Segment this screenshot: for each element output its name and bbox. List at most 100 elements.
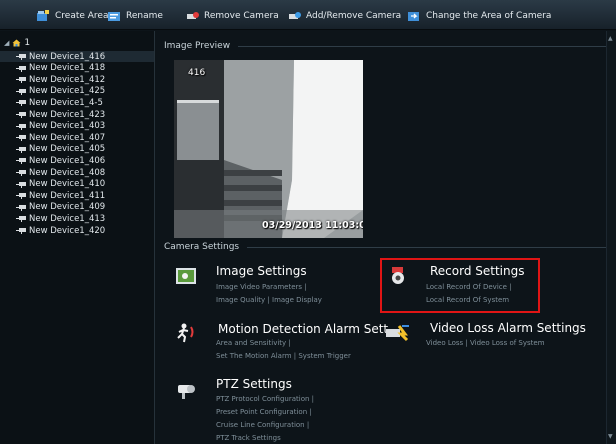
tree-device-item[interactable]: New Device1_418 — [0, 63, 154, 74]
toolbar: Create Area Rename Remove Camera Add/Rem… — [0, 0, 616, 30]
change-area-icon — [407, 10, 421, 22]
tree-device-item[interactable]: New Device1_405 — [0, 144, 154, 155]
tree-root-label: 1 — [24, 38, 31, 48]
tree-device-label: New Device1_413 — [29, 213, 106, 224]
camera-icon — [16, 181, 26, 188]
camera-icon — [16, 157, 26, 165]
tree-device-item[interactable]: New Device1_408 — [0, 167, 154, 178]
camera-icon — [16, 53, 26, 60]
camera-icon — [16, 123, 26, 130]
tree-device-label: New Device1_418 — [29, 63, 106, 74]
image-quality-link[interactable]: Image Quality | Image Display — [216, 296, 322, 304]
system-trigger-link[interactable]: System Trigger — [298, 352, 350, 360]
tree-device-label: New Device1_409 — [29, 202, 106, 213]
camera-icon — [16, 88, 26, 95]
ptz-settings-title[interactable]: PTZ Settings — [216, 377, 292, 391]
camera-preview: 416 03/29/2013 11:03:01 — [174, 60, 363, 238]
local-record-of-device-link[interactable]: Local Record Of Device | — [426, 283, 512, 291]
camera-icon — [16, 204, 26, 211]
section-divider — [247, 246, 613, 248]
local-record-of-system-link[interactable]: Local Record Of System — [426, 296, 509, 304]
ptz-protocol-link[interactable]: PTZ Protocol Configuration | — [216, 395, 314, 403]
camera-icon — [16, 169, 26, 176]
image-preview-header: Image Preview — [164, 41, 609, 51]
camera-icon — [16, 76, 26, 84]
rename-icon — [107, 10, 121, 22]
video-loss-link[interactable]: Video Loss | Video Loss of System — [426, 339, 545, 347]
tree-device-item[interactable]: New Device1_413 — [0, 213, 154, 224]
change-area-button[interactable]: Change the Area of Camera — [407, 9, 551, 23]
record-settings-title[interactable]: Record Settings — [430, 264, 525, 278]
tree-device-label: New Device1_405 — [29, 144, 106, 155]
create-area-button[interactable]: Create Area — [36, 9, 108, 23]
tree-device-item[interactable]: New Device1_416 — [0, 51, 154, 62]
tree-device-item[interactable]: New Device1_411 — [0, 190, 154, 201]
collapse-arrow-icon[interactable]: ◢ — [4, 39, 9, 47]
tree-device-label: New Device1_416 — [29, 51, 106, 62]
tree-device-item[interactable]: New Device1_406 — [0, 155, 154, 166]
set-the-motion-alarm-link[interactable]: Set The Motion Alarm | System Trigger — [216, 352, 351, 360]
image-video-parameters-link[interactable]: Image Video Parameters | — [216, 283, 307, 291]
camera-icon — [16, 227, 26, 234]
remove-camera-label: Remove Camera — [204, 11, 279, 21]
tree-device-label: New Device1_412 — [29, 74, 106, 85]
add-remove-camera-button[interactable]: Add/Remove Camera — [287, 9, 401, 23]
tree-device-label: New Device1_420 — [29, 225, 106, 236]
timestamp-overlay: 03/29/2013 11:03:01 — [262, 220, 363, 231]
tree-device-label: New Device1_406 — [29, 155, 106, 166]
create-area-label: Create Area — [55, 11, 109, 21]
camera-icon — [16, 111, 26, 118]
video-loss-title[interactable]: Video Loss Alarm Settings — [430, 321, 586, 335]
ptz-track-settings-link[interactable]: PTZ Track Settings — [216, 434, 281, 442]
camera-settings-header: Camera Settings — [164, 242, 613, 252]
tree-device-label: New Device1_408 — [29, 167, 106, 178]
tree-device-item[interactable]: New Device1_4-5 — [0, 97, 154, 108]
channel-label: 416 — [188, 68, 206, 78]
motion-detection-icon — [175, 323, 197, 343]
ptz-icon — [176, 381, 198, 401]
tree-device-label: New Device1_425 — [29, 86, 106, 97]
cruise-line-link[interactable]: Cruise Line Configuration | — [216, 421, 309, 429]
remove-camera-button[interactable]: Remove Camera — [185, 9, 279, 23]
camera-icon — [16, 99, 26, 107]
image-settings-icon — [175, 266, 197, 286]
tree-device-item[interactable]: New Device1_407 — [0, 132, 154, 143]
camera-icon — [16, 192, 26, 200]
camera-icon — [16, 65, 26, 72]
image-settings-title[interactable]: Image Settings — [216, 264, 307, 278]
add-remove-camera-label: Add/Remove Camera — [306, 11, 402, 21]
record-settings-icon — [389, 266, 411, 286]
tree-root[interactable]: ◢ 1 — [4, 38, 30, 48]
video-loss-of-system-link[interactable]: Video Loss of System — [470, 339, 545, 347]
image-display-link[interactable]: Image Display — [272, 296, 322, 304]
image-preview-title: Image Preview — [164, 41, 231, 51]
section-divider — [238, 45, 609, 47]
tree-device-label: New Device1_411 — [29, 190, 106, 201]
tree-device-item[interactable]: New Device1_412 — [0, 74, 154, 85]
change-area-label: Change the Area of Camera — [426, 11, 552, 21]
vertical-scrollbar[interactable]: ▲ ▼ — [606, 31, 616, 444]
tree-device-item[interactable]: New Device1_423 — [0, 109, 154, 120]
device-tree: ◢ 1 New Device1_416 New Device1_418 New De… — [0, 31, 155, 444]
tree-device-label: New Device1_403 — [29, 121, 106, 132]
tree-device-item[interactable]: New Device1_410 — [0, 179, 154, 190]
add-remove-camera-icon — [287, 10, 301, 22]
rename-button[interactable]: Rename — [107, 9, 163, 23]
area-and-sensitivity-link[interactable]: Area and Sensitivity | — [216, 339, 291, 347]
video-loss-icon — [385, 322, 411, 342]
tree-device-item[interactable]: New Device1_425 — [0, 86, 154, 97]
create-area-icon — [36, 10, 50, 22]
home-icon — [12, 39, 21, 47]
tree-device-label: New Device1_4-5 — [29, 97, 103, 108]
preset-point-link[interactable]: Preset Point Configuration | — [216, 408, 312, 416]
tree-device-label: New Device1_407 — [29, 132, 106, 143]
tree-device-item[interactable]: New Device1_420 — [0, 225, 154, 236]
camera-icon — [16, 215, 26, 223]
camera-icon — [16, 146, 26, 153]
tree-device-item[interactable]: New Device1_409 — [0, 202, 154, 213]
tree-device-item[interactable]: New Device1_403 — [0, 121, 154, 132]
scroll-down-icon[interactable]: ▼ — [608, 433, 613, 440]
motion-detection-title[interactable]: Motion Detection Alarm Sett — [218, 322, 388, 336]
scroll-up-icon[interactable]: ▲ — [608, 35, 613, 42]
remove-camera-icon — [185, 10, 199, 22]
